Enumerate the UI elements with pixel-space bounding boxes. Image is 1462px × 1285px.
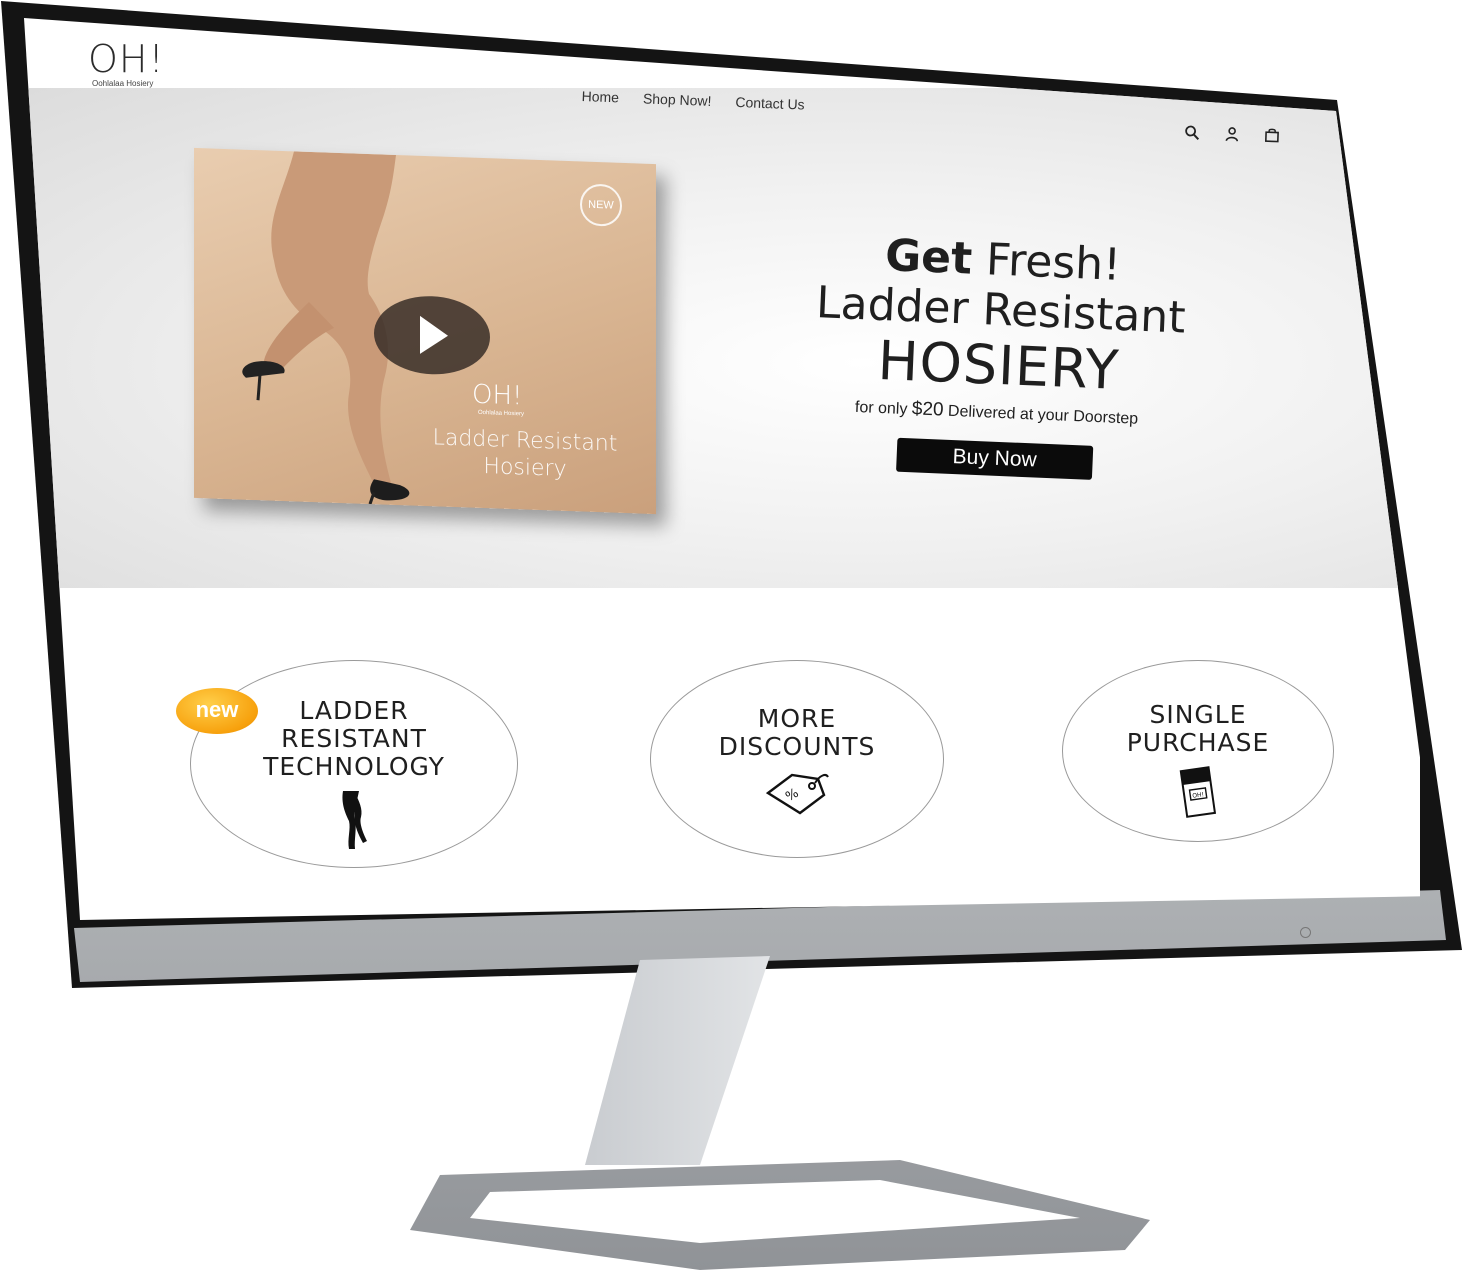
subtitle-suffix: Delivered at your Doorstep [947,402,1139,428]
subtitle-price: $20 [911,398,945,421]
headline-rest: Fresh! [985,234,1122,291]
hero-copy: Get Fresh! Ladder Resistant HOSIERY for … [734,225,1264,487]
feature-title: MORE DISCOUNTS [651,705,943,761]
cart-icon[interactable] [1264,127,1283,146]
power-icon[interactable] [1300,927,1311,938]
nav-shop-now[interactable]: Shop Now! [643,90,712,109]
new-badge: new [176,688,258,734]
legs-icon [342,791,367,849]
feature-title: SINGLE PURCHASE [1063,701,1333,757]
headline-bold: Get [884,230,974,285]
subtitle-prefix: for only [854,398,908,419]
feature-title-line1: SINGLE [1149,700,1247,729]
header-icons [1184,124,1283,145]
site-logo[interactable]: OH! Oohlalaa Hosiery [88,40,165,88]
feature-title-line2: PURCHASE [1126,728,1270,757]
feature-single-purchase[interactable]: SINGLE PURCHASE OH! [1062,660,1334,842]
nav-home[interactable]: Home [581,88,619,105]
feature-more-discounts[interactable]: MORE DISCOUNTS % [650,660,944,858]
feature-title-line3: TECHNOLOGY [263,752,445,781]
nav-contact-us[interactable]: Contact Us [735,94,805,113]
logo-mark: OH! [88,37,165,81]
play-icon [420,315,448,354]
feature-title-line1: MORE [757,704,837,733]
poster-logo-tagline: Oohlalaa Hosiery [478,409,525,418]
discount-tag-icon: % [765,773,829,815]
account-icon[interactable] [1224,126,1243,145]
poster-title: Ladder Resistant Hosiery [412,424,638,486]
feature-title-line2: DISCOUNTS [718,732,876,761]
poster-logo-mark: OH! [472,379,523,412]
product-video-poster[interactable]: NEW OH! Oohlalaa Hosiery Ladder Resistan… [194,147,656,515]
product-pack-icon: OH! [1179,766,1217,818]
screen: OH! Oohlalaa Hosiery Home Shop Now! Cont… [24,18,1420,920]
search-icon[interactable] [1184,124,1203,143]
svg-text:%: % [783,786,801,805]
new-badge-ring: NEW [580,183,622,227]
